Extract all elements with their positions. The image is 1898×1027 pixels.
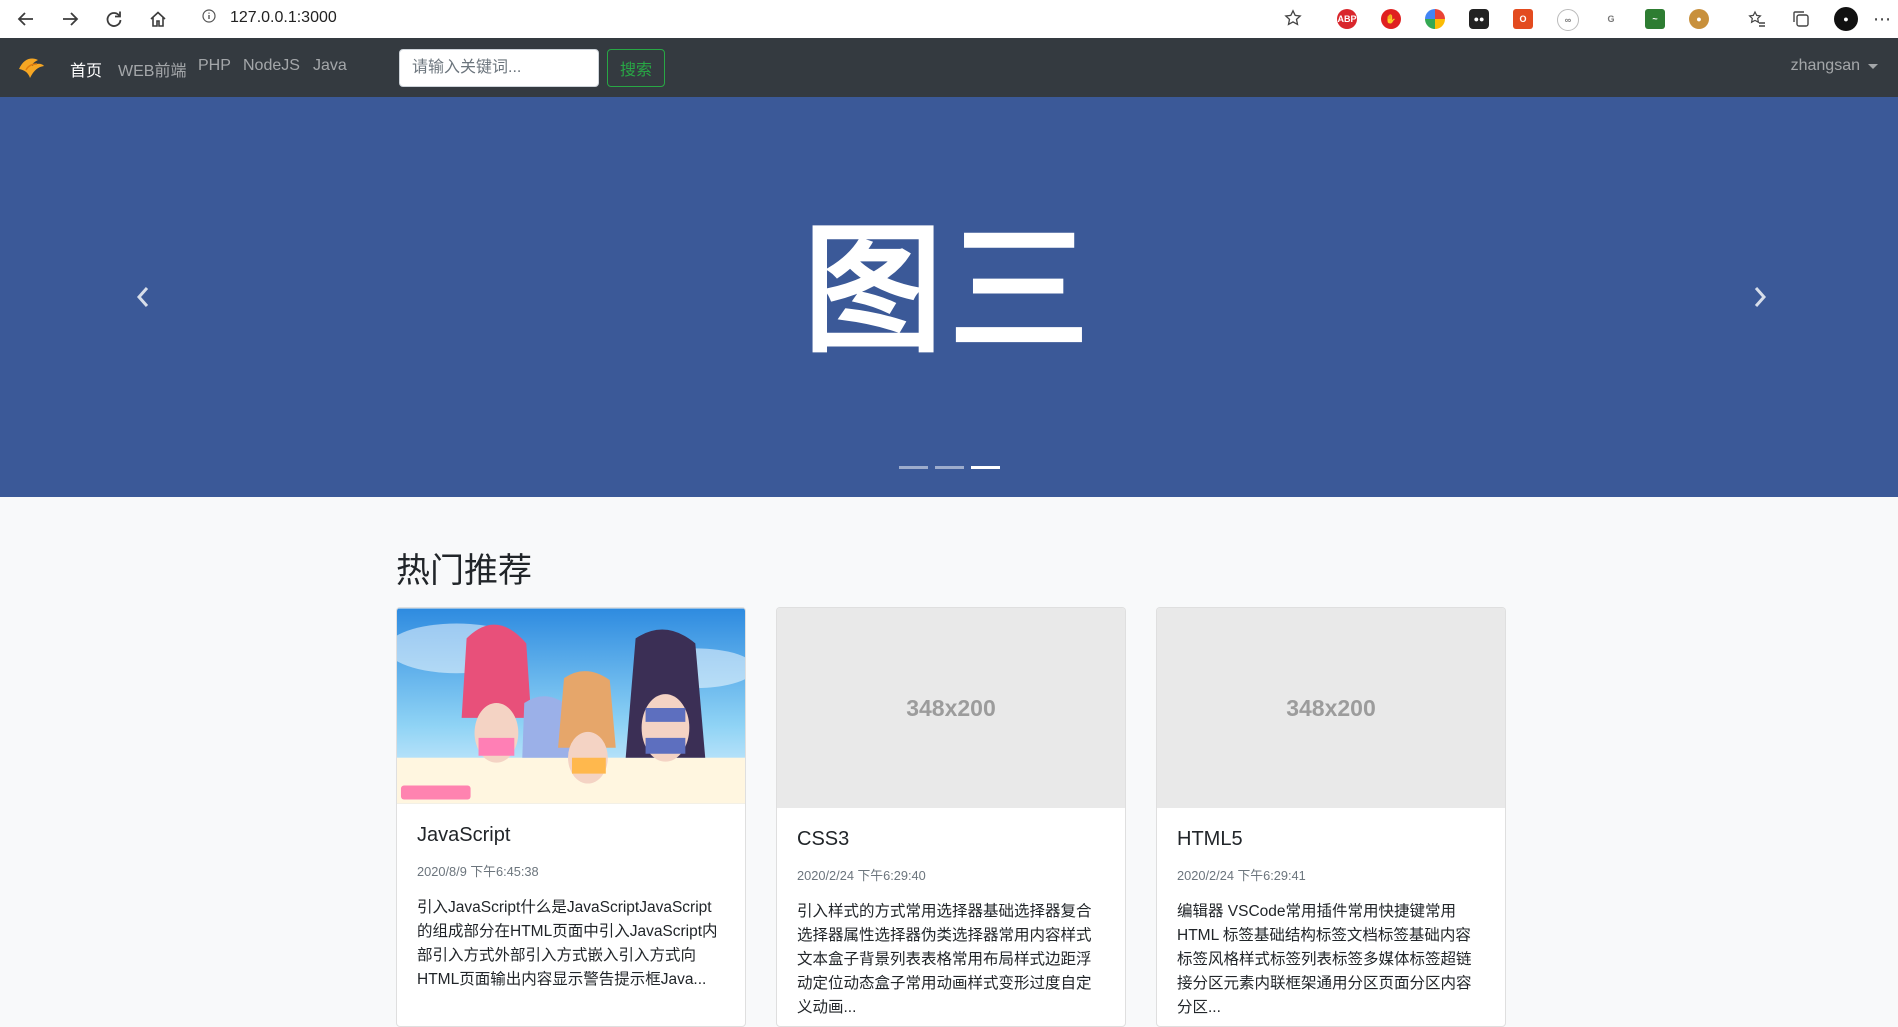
- article-card[interactable]: JavaScript 2020/8/9 下午6:45:38 引入JavaScri…: [396, 607, 746, 1027]
- article-card[interactable]: 348x200 CSS3 2020/2/24 下午6:29:40 引入样式的方式…: [776, 607, 1126, 1027]
- cookie-extension-icon[interactable]: ●: [1689, 9, 1709, 29]
- card-text: 引入样式的方式常用选择器基础选择器复合选择器属性选择器伪类选择器常用内容样式文本…: [797, 903, 1092, 1016]
- forward-icon[interactable]: [58, 7, 82, 31]
- dragon-extension-icon[interactable]: ~: [1645, 9, 1665, 29]
- carousel-indicator[interactable]: [898, 466, 928, 469]
- collections-icon[interactable]: [1789, 7, 1813, 31]
- carousel-prev-icon[interactable]: [128, 277, 158, 317]
- hero-carousel: 图三: [0, 97, 1898, 497]
- slide-caption: 图三: [802, 210, 1095, 373]
- section-title: 热门推荐: [396, 552, 532, 590]
- link-extension-icon[interactable]: ∞: [1557, 9, 1579, 31]
- grammar-extension-icon[interactable]: G: [1601, 9, 1621, 29]
- top-navbar: 首页 WEB前端 PHP NodeJS Java 搜索 zhangsan: [0, 38, 1898, 97]
- browser-toolbar: 127.0.0.1:3000 ABP ✋ ●● O ∞ G ~ ● ● ⋯: [0, 0, 1898, 39]
- user-dropdown[interactable]: zhangsan: [1791, 57, 1878, 75]
- article-card[interactable]: 348x200 HTML5 2020/2/24 下午6:29:41 编辑器 VS…: [1156, 607, 1506, 1027]
- username-label: zhangsan: [1790, 57, 1860, 74]
- card-text: 引入JavaScript什么是JavaScriptJavaScript的组成部分…: [417, 899, 718, 988]
- search-input[interactable]: [399, 49, 599, 87]
- profile-avatar[interactable]: ●: [1834, 7, 1858, 31]
- nav-item-home[interactable]: 首页: [70, 57, 102, 81]
- office-extension-icon[interactable]: O: [1513, 9, 1533, 29]
- favorites-icon[interactable]: [1745, 7, 1769, 31]
- tampermonkey-extension-icon[interactable]: ●●: [1469, 9, 1489, 29]
- address-bar[interactable]: 127.0.0.1:3000: [188, 3, 1318, 33]
- adblock-extension-icon[interactable]: ABP: [1337, 9, 1357, 29]
- search-button[interactable]: 搜索: [607, 49, 665, 87]
- nav-item-java[interactable]: Java: [313, 57, 347, 75]
- nav-item-php[interactable]: PHP: [198, 57, 231, 75]
- bookmark-star-icon[interactable]: [1284, 9, 1302, 32]
- nav-item-nodejs[interactable]: NodeJS: [243, 57, 300, 75]
- carousel-indicator-active[interactable]: [970, 466, 1000, 469]
- card-image-placeholder[interactable]: 348x200: [1157, 608, 1505, 808]
- card-date: 2020/2/24 下午6:29:41: [1177, 868, 1306, 883]
- back-icon[interactable]: [14, 7, 38, 31]
- site-info-icon[interactable]: [202, 8, 216, 28]
- brand-logo-icon[interactable]: [16, 54, 46, 82]
- color-extension-icon[interactable]: [1425, 9, 1445, 29]
- carousel-indicator[interactable]: [934, 466, 964, 469]
- carousel-indicators: [0, 466, 1898, 469]
- card-text: 编辑器 VSCode常用插件常用快捷键常用 HTML 标签基础结构标签文档标签基…: [1177, 903, 1472, 1016]
- card-image-anime[interactable]: [397, 608, 745, 804]
- carousel-next-icon[interactable]: [1745, 277, 1775, 317]
- url-text: 127.0.0.1:3000: [230, 9, 337, 26]
- reload-icon[interactable]: [102, 7, 126, 31]
- card-title[interactable]: HTML5: [1177, 828, 1485, 851]
- card-image-placeholder[interactable]: 348x200: [777, 608, 1125, 808]
- card-date: 2020/8/9 下午6:45:38: [417, 864, 539, 879]
- nav-item-web-frontend[interactable]: WEB前端: [118, 57, 186, 81]
- chevron-down-icon: [1868, 63, 1878, 69]
- more-menu-icon[interactable]: ⋯: [1870, 7, 1894, 31]
- card-title[interactable]: CSS3: [797, 828, 1105, 851]
- home-icon[interactable]: [146, 7, 170, 31]
- card-date: 2020/2/24 下午6:29:40: [797, 868, 926, 883]
- card-title[interactable]: JavaScript: [417, 824, 725, 847]
- stop-extension-icon[interactable]: ✋: [1381, 9, 1401, 29]
